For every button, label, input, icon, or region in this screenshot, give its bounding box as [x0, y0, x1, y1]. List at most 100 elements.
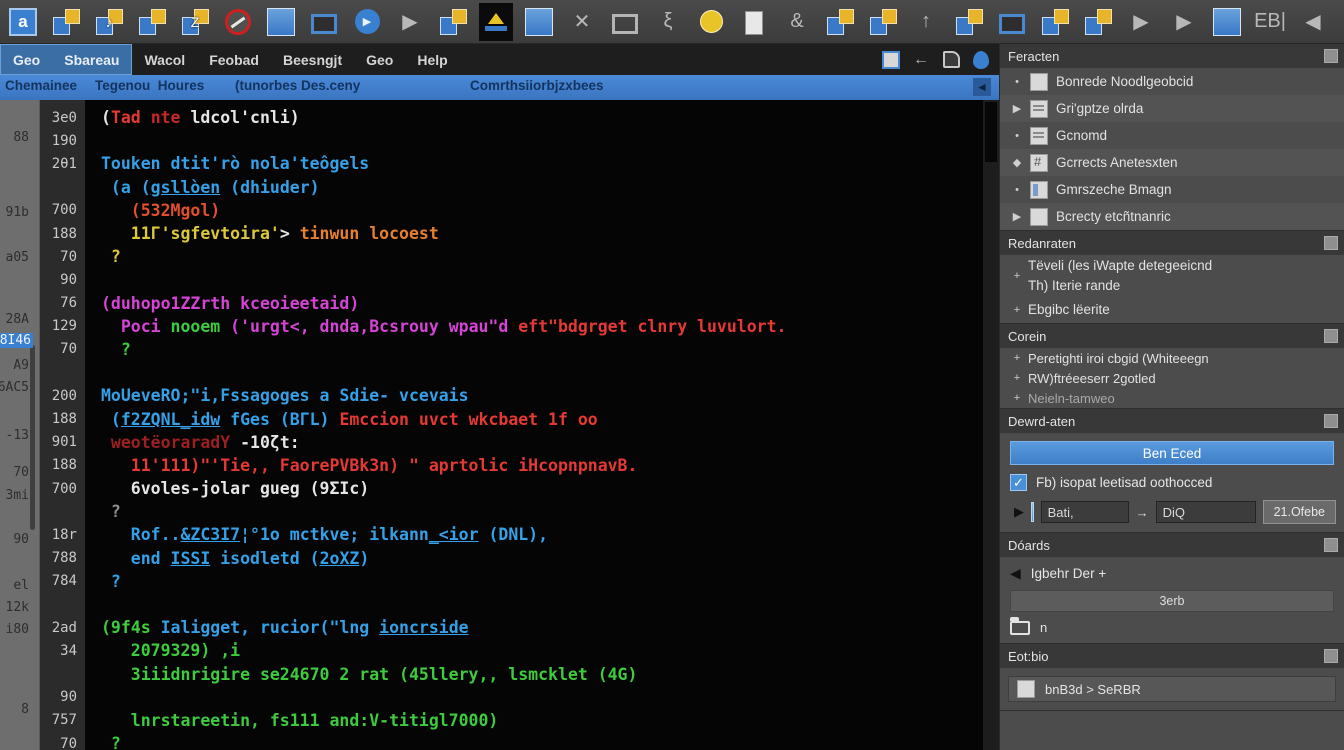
panel-list-item[interactable]: • Bonrede Noodlgeobcid: [1000, 68, 1344, 95]
menu-item-wacol[interactable]: Wacol: [132, 44, 197, 75]
run-clock-icon-glyph: ▶: [354, 9, 380, 34]
section-collapse-button[interactable]: [1324, 538, 1338, 553]
strip-number: 70: [13, 465, 29, 480]
menu-item-help[interactable]: Help: [405, 44, 459, 75]
grab-tool-icon[interactable]: ξ: [651, 4, 685, 40]
next-icon[interactable]: ▶: [1339, 4, 1344, 40]
folder-icon[interactable]: [1010, 616, 1030, 635]
layer-color-icon[interactable]: [1031, 502, 1034, 523]
note-tool-icon[interactable]: ♪: [92, 4, 126, 40]
chart-icon[interactable]: [1210, 4, 1244, 40]
image-icon[interactable]: [995, 4, 1029, 40]
code-segment: 2079329) ,i: [101, 641, 241, 661]
panel-list-item[interactable]: + Neieln-tamweo: [1000, 388, 1344, 408]
section-collapse-button[interactable]: [1324, 236, 1338, 250]
code-editor[interactable]: (Tad nte ldcol'cnli) Touken dtit'rò nola'…: [85, 100, 983, 750]
section-header-0[interactable]: Feracten: [1000, 44, 1344, 68]
cut-tool-icon[interactable]: ✕: [565, 4, 599, 40]
seed-button[interactable]: Ben Eced: [1010, 441, 1334, 466]
menu-item-beesngjt[interactable]: Beesngjt: [271, 44, 354, 75]
tab-item-2[interactable]: (tunorbes Des.ceny: [235, 78, 360, 93]
section-header-3[interactable]: Dewrd-aten: [1000, 409, 1344, 434]
chart-label[interactable]: EB|: [1253, 4, 1287, 40]
menu-item-sbareau[interactable]: Sbareau: [52, 52, 131, 68]
boards-nav[interactable]: ◀ Igbehr Der +: [1000, 557, 1344, 584]
editor-scrollbar[interactable]: [983, 100, 999, 750]
code-line: Touken dtit'rò nola'teôgels: [85, 152, 983, 175]
overview-strip[interactable]: 88 91b a05 28A 8I46 A9 6AC5 -13 70 3mi 90 el 12k i80 8: [0, 100, 40, 750]
editor-scrollbar-thumb[interactable]: [985, 102, 997, 162]
edit-window-icon-glyph: [138, 8, 166, 36]
back-icon[interactable]: ◀: [1296, 4, 1330, 40]
apply-button[interactable]: 21.Ofebe: [1262, 500, 1336, 525]
new-window-icon[interactable]: [952, 4, 986, 40]
boat-tool-icon[interactable]: [479, 2, 513, 41]
menu-item-geo[interactable]: Geo: [1, 52, 52, 68]
window-gray-icon[interactable]: [608, 4, 642, 40]
pointer-tool-icon[interactable]: a: [6, 4, 40, 40]
section-header-5[interactable]: Eot:bio: [1000, 644, 1344, 669]
expander-icon[interactable]: ▶: [1014, 504, 1024, 520]
checkbox-checked[interactable]: ✓: [1010, 474, 1027, 492]
export-window-icon[interactable]: [1081, 4, 1115, 40]
clipboard-icon[interactable]: [737, 4, 771, 40]
panel-list-item[interactable]: ◆ Gcrrects Anetesxten: [1000, 149, 1344, 176]
from-field[interactable]: [1040, 501, 1129, 524]
tab-item-3[interactable]: Comrthsiiorbjzxbees: [470, 78, 604, 93]
panel-list-item[interactable]: + RW)ftréeeserr 2gotled: [1000, 368, 1344, 388]
section-header-4[interactable]: Dóards: [1000, 533, 1344, 558]
line-number: 190: [51, 132, 77, 149]
play-icon[interactable]: ▶: [393, 4, 427, 40]
signature-icon[interactable]: &: [780, 4, 814, 40]
folder-paste-icon[interactable]: [522, 4, 556, 40]
forward2-icon[interactable]: ▶: [1167, 4, 1201, 40]
possible-item[interactable]: bnB3d > SeRBR: [1008, 676, 1336, 703]
section-collapse-button[interactable]: [1324, 49, 1338, 63]
panel-list-item[interactable]: ▶ Gri'gptze olrda: [1000, 95, 1344, 122]
image-flag-icon[interactable]: [1038, 4, 1072, 40]
doc-preview-icon[interactable]: [881, 50, 901, 70]
edit-window-icon[interactable]: [135, 4, 169, 40]
rotate-object-icon[interactable]: [49, 4, 83, 40]
paste-icon[interactable]: [264, 4, 298, 40]
package-icon[interactable]: [823, 4, 857, 40]
run-clock-icon[interactable]: ▶: [350, 4, 384, 40]
tab-bar-icon[interactable]: ◄: [973, 78, 991, 96]
panel-list-item[interactable]: • Gcnomd: [1000, 122, 1344, 149]
image-z-icon[interactable]: Z: [178, 4, 212, 40]
code-segment: Tad: [110, 108, 151, 128]
page-flip-icon[interactable]: [941, 50, 961, 70]
columns-icon[interactable]: [436, 4, 470, 40]
line-number: [40, 593, 85, 616]
auto-update-row[interactable]: ✓ Fb) isopat leetisad oothocced: [1000, 469, 1344, 496]
strip-scrollbar[interactable]: [30, 345, 35, 530]
forward-icon[interactable]: ▶: [1124, 4, 1158, 40]
no-entry-icon[interactable]: [221, 4, 255, 40]
panel-list-item[interactable]: ▶ Bcrecty etcñtnanric: [1000, 203, 1344, 230]
printer-icon[interactable]: [866, 4, 900, 40]
panel-list-item[interactable]: + Tëveli (les iWapte detegeeicnd Th) Iteri…: [1000, 255, 1344, 296]
menu-item-geo[interactable]: Geo: [354, 44, 405, 75]
section-header-1[interactable]: Redanraten: [1000, 231, 1344, 255]
back-arrow-icon[interactable]: ←: [911, 50, 931, 70]
menu-item-feobad[interactable]: Feobad: [197, 44, 271, 75]
section-collapse-button[interactable]: [1324, 329, 1338, 344]
upload-icon[interactable]: ↑: [909, 4, 943, 40]
panel-list-item[interactable]: + Ebgibc lëerite: [1000, 296, 1344, 323]
window-frame-icon[interactable]: [307, 4, 341, 40]
code-segment: ioncrside: [379, 618, 469, 638]
section-collapse-button[interactable]: [1324, 414, 1338, 429]
panel-list-item[interactable]: + Peretighti iroi cbgid (Whiteeegn: [1000, 348, 1344, 368]
item-marker-icon: •: [1015, 75, 1019, 88]
tab-item-1[interactable]: Tegenou Houres: [95, 78, 204, 93]
panel-list-item[interactable]: • Gmrszeche Bmagn: [1000, 176, 1344, 203]
folder-paste-icon-glyph: [525, 7, 553, 36]
to-field[interactable]: [1155, 501, 1256, 524]
tab-item-0[interactable]: Chemainee: [5, 78, 77, 93]
section-header-2[interactable]: Corein: [1000, 324, 1344, 349]
code-line: (Tad nte ldcol'cnli): [85, 106, 983, 129]
bulb-icon[interactable]: [694, 4, 728, 40]
help-drop-icon[interactable]: [971, 50, 991, 70]
section-collapse-button[interactable]: [1324, 649, 1338, 664]
boards-button[interactable]: 3erb: [1010, 590, 1334, 613]
